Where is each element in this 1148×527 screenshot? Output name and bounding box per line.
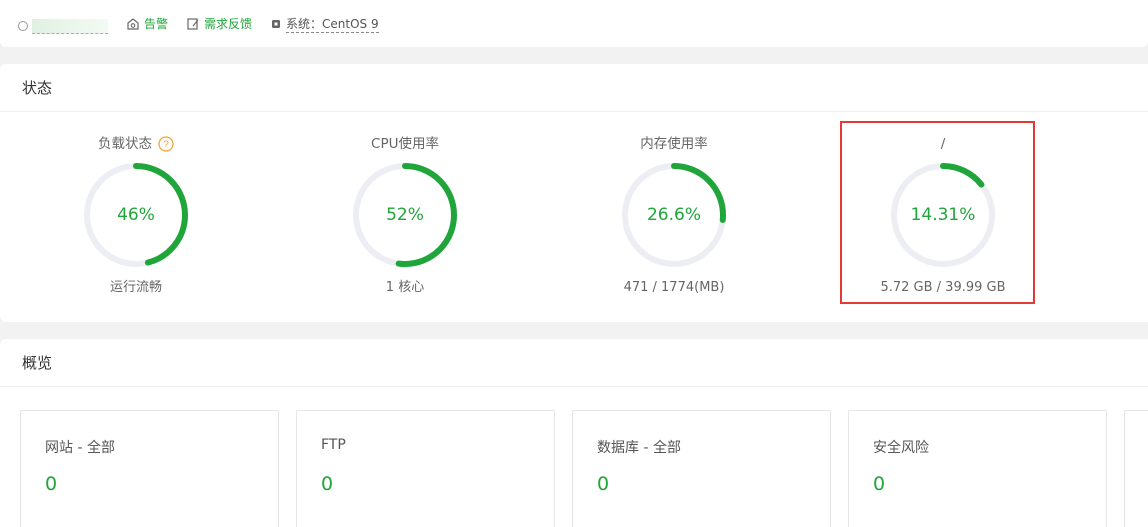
card-title: 数据库 - 全部	[597, 440, 681, 456]
svg-text:?: ?	[163, 140, 169, 151]
card-value[interactable]: 0	[873, 473, 1106, 495]
gauge-title-row: 负载状态 ?	[46, 134, 226, 154]
card-value[interactable]: 0	[45, 473, 278, 495]
gauge-value: 52%	[386, 205, 424, 225]
cpu-gauge[interactable]: CPU使用率 52% 1 核心	[315, 134, 495, 298]
gauge-value: 46%	[117, 205, 155, 225]
overview-card-security[interactable]: 安全风险 0	[848, 410, 1107, 527]
edit-icon	[186, 17, 200, 31]
card-value[interactable]: 0	[321, 473, 554, 495]
gauge-ring: 52%	[350, 160, 460, 270]
system-info: 系统：CentOS 9	[270, 15, 379, 33]
card-title: FTP	[321, 437, 346, 453]
system-label: 系统：CentOS 9	[286, 16, 379, 33]
chip-icon	[270, 18, 282, 30]
alarm-link[interactable]: 告警	[126, 15, 168, 32]
gauge-subtext: 运行流畅	[109, 280, 162, 295]
gauge-ring: 46%	[81, 160, 191, 270]
feedback-link[interactable]: 需求反馈	[186, 15, 252, 32]
overview-panel: 概览 网站 - 全部 0 FTP 0 数据库 - 全部 0 安全风险 0	[0, 339, 1148, 527]
help-icon[interactable]: ?	[158, 136, 174, 152]
overview-title: 概览	[0, 339, 1148, 387]
gauge-ring: 26.6%	[619, 160, 729, 270]
alarm-label: 告警	[144, 17, 169, 31]
status-panel: 状态 负载状态 ? 46% 运行流畅 CPU使用率 52% 1 核心 内存使用率…	[0, 64, 1148, 322]
server-name-redacted[interactable]	[32, 18, 108, 34]
server-icon	[18, 20, 28, 31]
overview-card-sites[interactable]: 网站 - 全部 0	[20, 410, 279, 527]
overview-card-database[interactable]: 数据库 - 全部 0	[572, 410, 831, 527]
gauge-subtext: 471 / 1774(MB)	[623, 280, 725, 295]
gauge-title: 负载状态	[98, 136, 152, 152]
card-value[interactable]: 0	[597, 473, 830, 495]
overview-card-ftp[interactable]: FTP 0	[296, 410, 555, 527]
memory-gauge[interactable]: 内存使用率 26.6% 471 / 1774(MB)	[584, 134, 764, 298]
feedback-label: 需求反馈	[204, 17, 253, 31]
status-title: 状态	[0, 64, 1148, 112]
load-gauge[interactable]: 负载状态 ? 46% 运行流畅	[46, 134, 226, 298]
overview-card-partial	[1124, 410, 1148, 527]
gauge-title: 内存使用率	[640, 136, 708, 152]
top-bar: 告警 需求反馈 系统：CentOS 9	[0, 0, 1148, 47]
card-title: 网站 - 全部	[45, 440, 115, 456]
server-host[interactable]	[18, 14, 108, 34]
alarm-icon	[126, 17, 140, 31]
gauge-value: 26.6%	[646, 205, 701, 225]
gauge-title: CPU使用率	[371, 136, 439, 152]
gauge-subtext: 1 核心	[385, 280, 425, 295]
highlight-box	[840, 121, 1035, 304]
card-title: 安全风险	[873, 440, 929, 456]
